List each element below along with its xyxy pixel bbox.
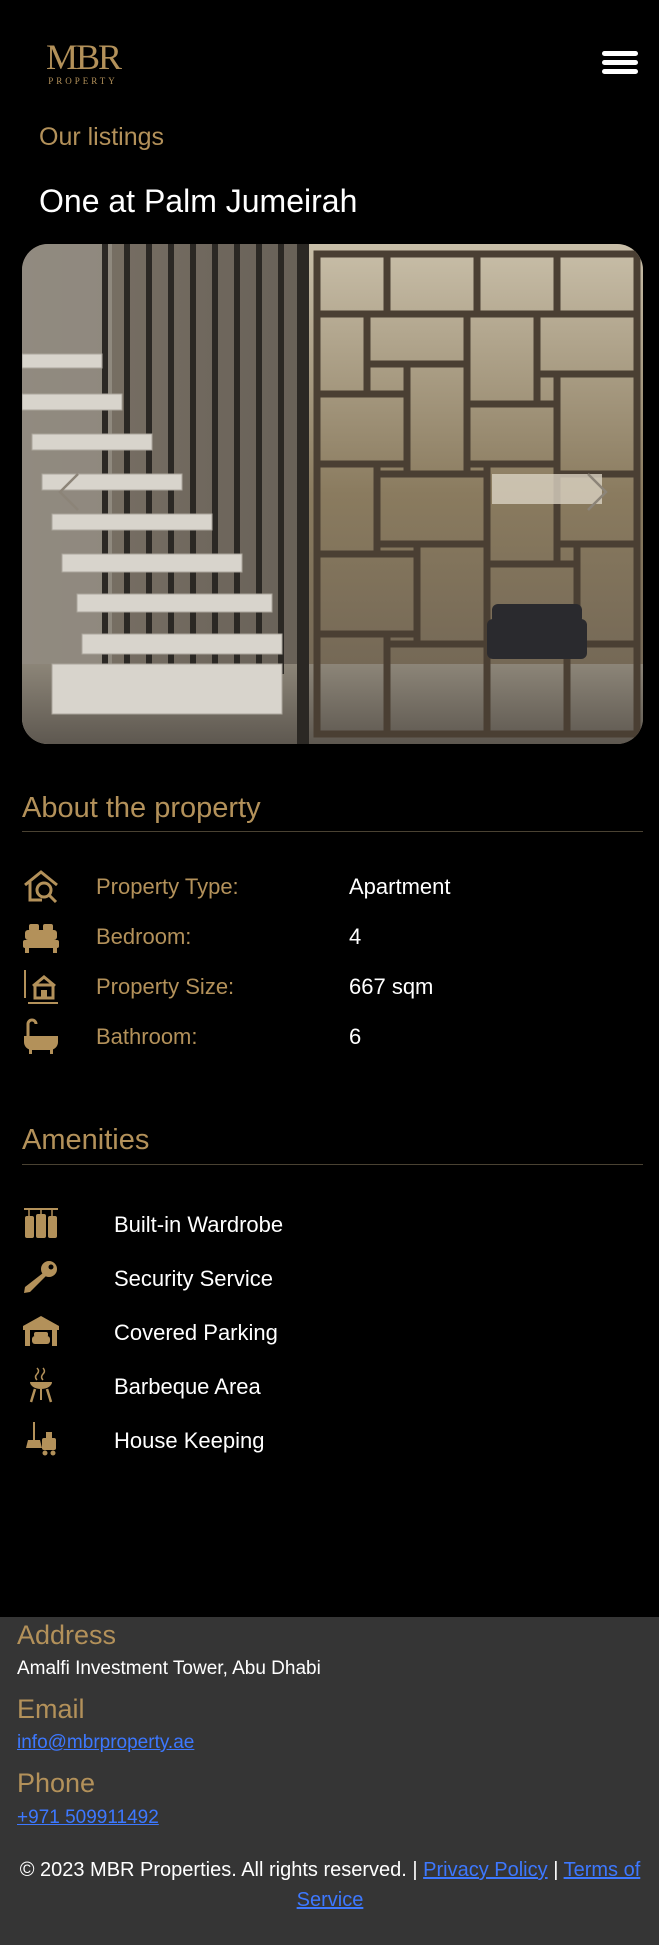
property-image-carousel[interactable]	[22, 244, 643, 744]
spec-row-property-size: Property Size: 667 sqm	[22, 966, 643, 1010]
amenity-label: Barbeque Area	[114, 1374, 261, 1399]
amenity-label: Covered Parking	[114, 1320, 278, 1345]
brand-logo[interactable]: MBR PROPERTY	[40, 38, 126, 86]
spec-value: 6	[349, 1024, 362, 1049]
email-link[interactable]: info@mbrproperty.ae	[17, 1732, 194, 1754]
email-heading: Email	[17, 1694, 85, 1724]
garage-icon	[23, 1316, 59, 1346]
amenity-item-housekeeping: House Keeping	[22, 1418, 643, 1462]
amenity-label: House Keeping	[114, 1428, 265, 1453]
house-size-icon	[24, 970, 58, 1004]
spec-row-bathroom: Bathroom: 6	[22, 1016, 643, 1060]
amenities-heading: Amenities	[22, 1124, 150, 1156]
spec-label: Bathroom:	[96, 1024, 198, 1049]
amenities-divider	[22, 1164, 643, 1165]
spec-value: 667 sqm	[349, 974, 434, 999]
spec-label: Property Type:	[96, 874, 239, 899]
copyright-notice: © 2023 MBR Properties. All rights reserv…	[10, 1855, 650, 1915]
about-divider	[22, 831, 643, 832]
amenity-item-parking: Covered Parking	[22, 1310, 643, 1354]
logo-subtitle: PROPERTY	[48, 76, 118, 86]
phone-link[interactable]: +971 509911492	[17, 1807, 159, 1829]
spec-row-bedroom: Bedroom: 4	[22, 916, 643, 960]
amenity-label: Security Service	[114, 1266, 273, 1291]
about-heading: About the property	[22, 792, 261, 824]
address-text: Amalfi Investment Tower, Abu Dhabi	[17, 1658, 321, 1679]
bed-icon	[23, 924, 59, 953]
site-header: MBR PROPERTY	[0, 0, 659, 110]
spec-label: Bedroom:	[96, 924, 192, 949]
amenity-item-barbeque: Barbeque Area	[22, 1364, 643, 1408]
amenity-item-wardrobe: Built-in Wardrobe	[22, 1202, 643, 1246]
page-title: One at Palm Jumeirah	[39, 183, 358, 219]
privacy-policy-link[interactable]: Privacy Policy	[423, 1859, 547, 1881]
barbeque-icon	[29, 1367, 53, 1403]
spec-row-property-type: Property Type: Apartment	[22, 866, 643, 910]
chevron-left-icon[interactable]	[52, 470, 88, 514]
amenity-label: Built-in Wardrobe	[114, 1212, 284, 1237]
spec-value: Apartment	[349, 874, 451, 899]
hamburger-menu-icon[interactable]	[600, 47, 640, 79]
phone-heading: Phone	[17, 1768, 96, 1798]
footer-separator: |	[553, 1859, 559, 1881]
logo-mark: MBR	[45, 37, 122, 77]
spec-label: Property Size:	[96, 974, 235, 999]
key-icon	[24, 1261, 57, 1293]
wardrobe-icon	[24, 1208, 58, 1238]
housekeeping-icon	[26, 1422, 56, 1456]
house-search-icon	[24, 870, 58, 904]
property-photo	[22, 244, 643, 744]
chevron-right-icon[interactable]	[578, 470, 614, 514]
spec-value: 4	[349, 924, 362, 949]
copyright-text: © 2023 MBR Properties. All rights reserv…	[19, 1859, 418, 1881]
address-heading: Address	[17, 1620, 117, 1650]
bathtub-icon	[24, 1018, 58, 1054]
amenity-item-security: Security Service	[22, 1256, 643, 1300]
section-eyebrow: Our listings	[39, 123, 165, 151]
